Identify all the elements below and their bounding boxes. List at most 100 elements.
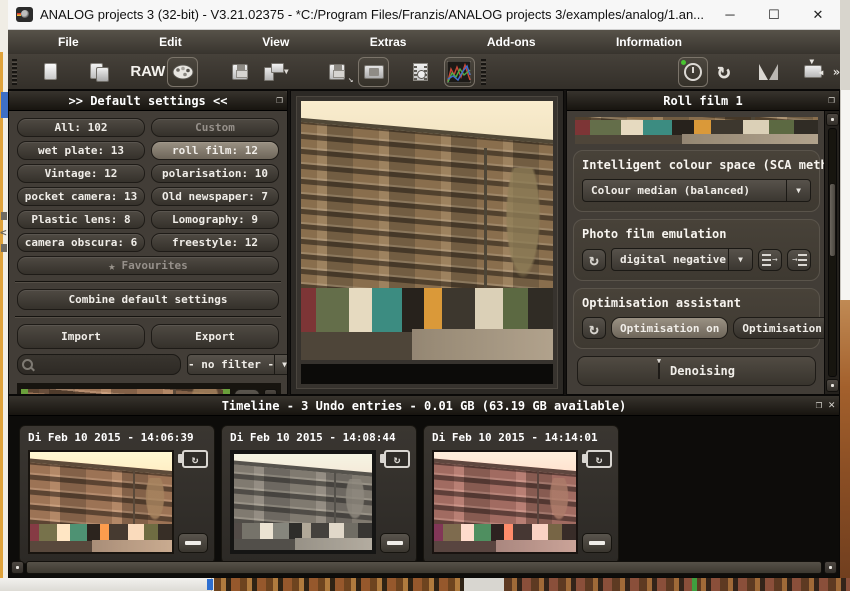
optimisation-on-button[interactable]: Optimisation on [611, 317, 728, 339]
category-old-newspaper[interactable]: Old newspaper: 7 [151, 187, 279, 206]
new-project-button[interactable] [35, 57, 66, 87]
raw-import-button[interactable]: RAW [130, 63, 165, 80]
toolbar-grip[interactable] [12, 59, 17, 85]
category-custom[interactable]: Custom [151, 118, 279, 137]
minimize-button[interactable]: ─ [708, 0, 752, 29]
menu-file[interactable]: File [50, 33, 87, 51]
favourites-button[interactable]: ★ Favourites [17, 256, 279, 275]
category-freestyle[interactable]: freestyle: 12 [151, 233, 279, 252]
filmstrip-preview-button[interactable] [405, 57, 436, 87]
category-polarisation[interactable]: polarisation: 10 [151, 164, 279, 183]
street-scene [234, 454, 372, 550]
toolbar-grip-2[interactable] [481, 59, 486, 85]
menu-view[interactable]: View [254, 33, 297, 51]
timeline-entry[interactable]: Di Feb 10 2015 - 14:14:01 ↻ [423, 425, 619, 564]
export-film-list-button[interactable]: → [758, 249, 782, 271]
scroll-track[interactable] [828, 128, 837, 377]
copy-project-button[interactable] [84, 57, 115, 87]
preview-photo[interactable] [301, 101, 553, 360]
filter-dropdown[interactable]: - no filter - ▼ [187, 354, 288, 375]
category-lomography[interactable]: Lomography: 9 [151, 210, 279, 229]
dock-icon[interactable]: ❐ [828, 93, 835, 106]
title-bar[interactable]: ANALOG projects 3 (32-bit) - V3.21.02375… [8, 0, 840, 30]
category-wet-plate[interactable]: wet plate: 13 [17, 141, 145, 160]
category-vintage[interactable]: Vintage: 12 [17, 164, 145, 183]
timeline-entry[interactable]: Di Feb 10 2015 - 14:06:39 ↻ [19, 425, 215, 564]
colour-space-group: Intelligent colour space (SCA method) Co… [573, 150, 820, 212]
redo-arrow-icon: ↻ [717, 59, 730, 84]
menu-information[interactable]: Information [608, 33, 690, 51]
camera-angle-button[interactable] [798, 57, 829, 87]
redo-button[interactable]: ↻ [708, 57, 739, 87]
auto-optimisation-button[interactable] [678, 57, 709, 87]
category-camera-obscura[interactable]: camera obscura: 6 [17, 233, 145, 252]
film-preview-strip[interactable] [575, 117, 818, 144]
optimisation-off-button[interactable]: Optimisation off [733, 317, 824, 339]
category-all[interactable]: All: 102 [17, 118, 145, 137]
toolbar-overflow-button[interactable]: » [833, 65, 840, 79]
category-roll-film[interactable]: roll film: 12 [151, 141, 279, 160]
category-pocket-camera[interactable]: pocket camera: 13 [17, 187, 145, 206]
scroll-down-button[interactable] [826, 379, 839, 392]
preset-search-box[interactable] [17, 354, 181, 375]
roll-film-scrollbar[interactable] [824, 111, 839, 394]
copy-pages-icon [90, 63, 108, 81]
entry-thumbnail[interactable] [230, 450, 376, 554]
dock-icon[interactable]: ❐ [276, 93, 283, 106]
film-emulation-group: Photo film emulation ↻ digital negative … [573, 219, 820, 281]
auto-clock-icon [684, 63, 702, 81]
list-out-icon [762, 254, 771, 266]
timeline-header[interactable]: Timeline - 3 Undo entries - 0.01 GB (63.… [9, 396, 839, 416]
timeline-scrollbar[interactable] [11, 561, 837, 574]
scroll-thumb[interactable] [26, 561, 822, 574]
restore-state-icon[interactable]: ↻ [384, 450, 410, 468]
chevron-down-icon[interactable]: ▼ [787, 179, 811, 202]
chevron-down-icon[interactable]: ▼ [275, 354, 288, 375]
favourites-label: Favourites [122, 259, 188, 272]
close-icon[interactable]: ✕ [828, 398, 835, 411]
scroll-thumb[interactable] [829, 183, 836, 257]
optimisation-refresh-button[interactable]: ↻ [582, 317, 606, 339]
menu-extras[interactable]: Extras [362, 33, 415, 51]
scroll-right-button[interactable] [824, 561, 837, 574]
export-button[interactable]: Export [151, 324, 279, 349]
timeline-title: Timeline - 3 Undo entries - 0.01 GB (63.… [222, 399, 627, 413]
category-plastic-lens[interactable]: Plastic lens: 8 [17, 210, 145, 229]
film-emulation-dropdown[interactable]: digital negative ▼ [611, 248, 753, 271]
film-emulation-refresh-button[interactable]: ↻ [582, 249, 606, 271]
restore-state-icon[interactable]: ↻ [586, 450, 612, 468]
menu-edit[interactable]: Edit [151, 33, 190, 51]
chevron-down-icon[interactable]: ▼ [729, 248, 753, 271]
flip-horizontal-button[interactable] [753, 57, 784, 87]
restore-state-icon[interactable]: ↻ [182, 450, 208, 468]
import-button[interactable]: Import [17, 324, 145, 349]
view-mode-button[interactable] [358, 57, 389, 87]
histogram-button[interactable] [444, 57, 475, 87]
maximize-button[interactable]: ☐ [752, 0, 796, 29]
roll-film-header[interactable]: Roll film 1 ❐ [567, 91, 839, 111]
remove-entry-button[interactable] [582, 533, 612, 553]
entry-thumbnail[interactable] [28, 450, 174, 554]
import-film-list-button[interactable]: → [787, 249, 811, 271]
dock-icon[interactable]: ❐ [816, 398, 823, 411]
menu-addons[interactable]: Add-ons [479, 33, 544, 51]
timeline-entry[interactable]: Di Feb 10 2015 - 14:08:44 ↻ [221, 425, 417, 564]
export-devices-button[interactable]: ▼ [261, 57, 292, 87]
entry-thumbnail[interactable] [432, 450, 578, 554]
background-window-right-sliver [840, 90, 850, 591]
colour-space-dropdown[interactable]: Colour median (balanced) ▼ [582, 179, 811, 202]
denoising-button[interactable]: ▼ Denoising [577, 356, 816, 386]
scroll-left-button[interactable] [11, 561, 24, 574]
combine-default-settings-button[interactable]: Combine default settings [17, 289, 279, 310]
save-as-button[interactable]: ↘ [322, 57, 353, 87]
search-input[interactable] [33, 358, 180, 371]
colour-palette-button[interactable] [167, 57, 198, 87]
default-settings-header[interactable]: >> Default settings << ❐ [9, 91, 287, 111]
collapse-chevron-icon[interactable]: < [0, 226, 8, 239]
scroll-up-button[interactable] [826, 113, 839, 126]
close-button[interactable]: ✕ [796, 0, 840, 29]
save-button[interactable] [224, 57, 255, 87]
remove-entry-button[interactable] [380, 533, 410, 553]
entry-timestamp: Di Feb 10 2015 - 14:14:01 [432, 431, 612, 444]
remove-entry-button[interactable] [178, 533, 208, 553]
